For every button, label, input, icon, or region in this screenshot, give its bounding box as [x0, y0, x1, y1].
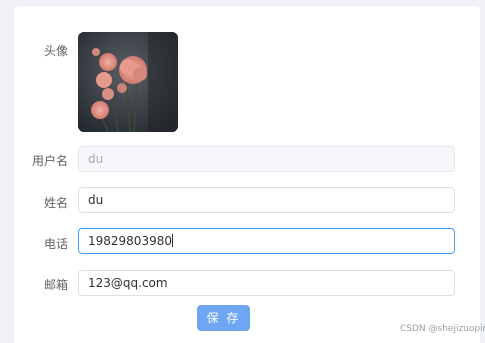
avatar-label: 头像: [43, 44, 68, 58]
phone-field[interactable]: 19829803980: [78, 228, 455, 254]
username-label: 用户名: [31, 154, 68, 168]
avatar-image[interactable]: [78, 32, 178, 132]
save-button[interactable]: 保 存: [197, 305, 250, 331]
phone-value: 19829803980: [88, 234, 172, 248]
email-field[interactable]: 123@qq.com: [78, 270, 455, 296]
text-caret: [171, 234, 173, 247]
phone-label: 电话: [43, 237, 68, 251]
watermark-text: CSDN @shejizuopin: [400, 324, 485, 334]
name-label: 姓名: [43, 196, 68, 210]
username-field[interactable]: du: [78, 146, 455, 172]
name-field[interactable]: du: [78, 187, 455, 213]
email-label: 邮箱: [43, 278, 68, 292]
profile-form-card: 头像 用户名 du 姓名 du 电话 19829803980 邮箱 123@qq…: [14, 6, 480, 343]
flower-photo-icon: [78, 32, 178, 132]
